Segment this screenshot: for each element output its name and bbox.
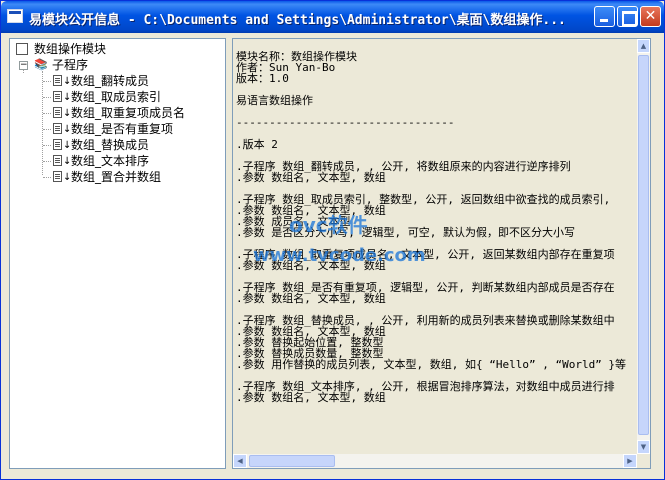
tree-connector	[43, 113, 51, 114]
tree-connector	[43, 161, 51, 162]
subroutine-icon	[53, 138, 71, 154]
tree-root-label: 数组操作模块	[34, 42, 107, 56]
scroll-right-icon[interactable]: ▶	[623, 454, 637, 468]
watermark-brand: ovc软件	[289, 213, 368, 237]
maximize-button[interactable]	[617, 6, 638, 27]
tree-item-label: 数组_翻转成员	[71, 74, 150, 88]
scrollbar-corner	[637, 454, 650, 468]
subroutine-icon	[53, 106, 71, 122]
watermark-url: www.tvcode.com	[253, 245, 426, 266]
collapse-toggle[interactable]: −	[19, 61, 28, 70]
subroutine-icon	[53, 90, 71, 106]
minimize-button[interactable]	[594, 6, 615, 27]
tree-connector	[43, 81, 51, 82]
tree-item-label: 数组_置合并数组	[71, 170, 162, 184]
close-button[interactable]: ✕	[640, 6, 661, 27]
tree-item-label: 数组_替换成员	[71, 138, 150, 152]
tree-connector	[43, 177, 51, 178]
tree-connector	[42, 71, 43, 175]
horizontal-scroll-thumb[interactable]	[249, 455, 335, 467]
tree-connector	[43, 145, 51, 146]
app-icon[interactable]	[7, 9, 23, 23]
tree-group-label: 子程序	[52, 58, 89, 72]
scroll-up-icon[interactable]: ▲	[637, 39, 650, 53]
scroll-down-icon[interactable]: ▼	[637, 440, 650, 454]
vertical-scroll-thumb[interactable]	[638, 55, 649, 435]
close-icon: ✕	[644, 8, 657, 24]
minus-icon: −	[20, 60, 28, 70]
title-bar[interactable]: 易模块公开信息 - C:\Documents and Settings\Admi…	[1, 1, 664, 33]
books-icon: 📚	[34, 58, 48, 71]
tree-item-label: 数组_取成员索引	[71, 90, 162, 104]
tree-connector	[43, 129, 51, 130]
tree-connector	[43, 97, 51, 98]
module-tree[interactable]: 数组操作模块 − 📚 子程序 数组_翻转成员 数组_取成员索引 数组_取重复项成…	[9, 38, 226, 469]
tree-item-label: 数组_是否有重复项	[71, 122, 174, 136]
subroutine-icon	[53, 154, 71, 170]
tree-item-label: 数组_文本排序	[71, 154, 150, 168]
module-icon	[16, 43, 28, 55]
subroutine-icon	[53, 74, 71, 90]
subroutine-icon	[53, 170, 71, 186]
horizontal-scrollbar[interactable]: ◀ ▶	[233, 454, 637, 468]
app-window: 易模块公开信息 - C:\Documents and Settings\Admi…	[0, 0, 665, 480]
subroutine-icon	[53, 122, 71, 138]
scroll-left-icon[interactable]: ◀	[233, 454, 247, 468]
window-title: 易模块公开信息 - C:\Documents and Settings\Admi…	[29, 13, 566, 28]
tree-item-label: 数组_取重复项成员名	[71, 106, 186, 120]
vertical-scrollbar[interactable]: ▲ ▼	[637, 39, 650, 454]
